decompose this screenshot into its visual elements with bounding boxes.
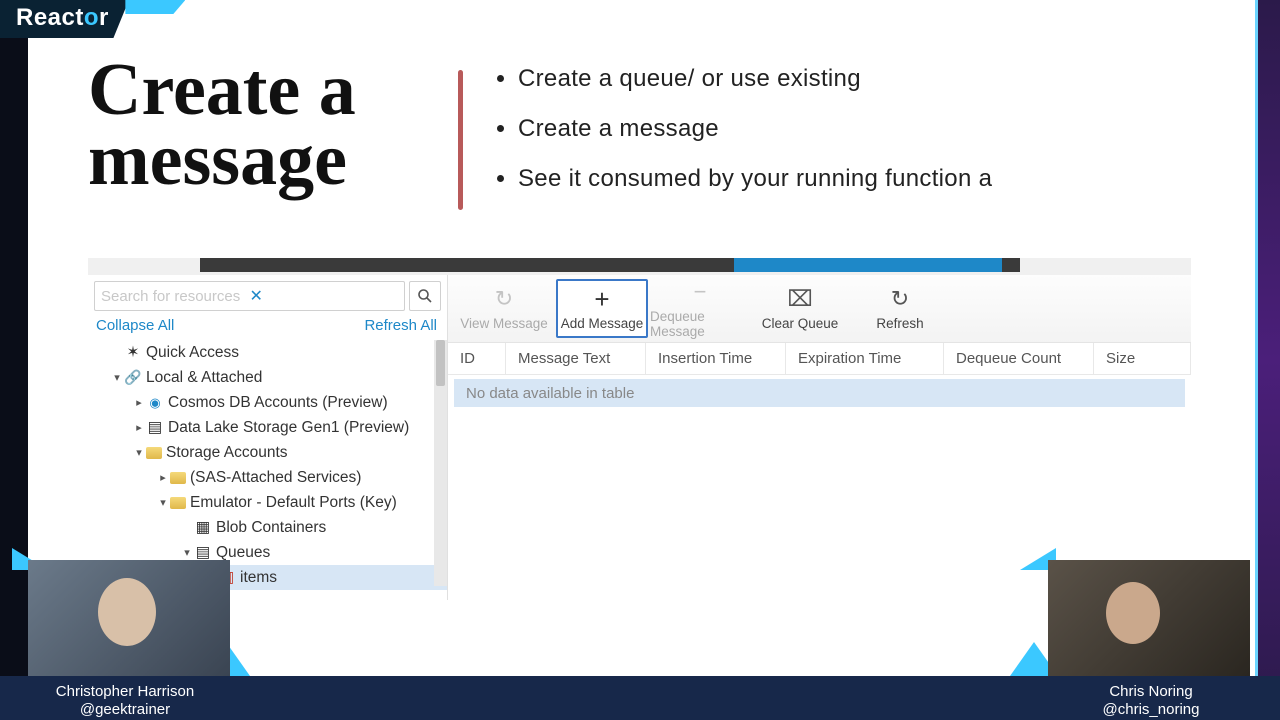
col-text[interactable]: Message Text bbox=[506, 343, 646, 374]
presenter-right-name: Chris Noring bbox=[1046, 683, 1256, 702]
search-icon bbox=[417, 288, 433, 304]
bullet-3: See it consumed by your running function… bbox=[518, 165, 992, 193]
presenter-right-label: Chris Noring @chris_noring bbox=[1046, 683, 1256, 720]
tree-cosmos[interactable]: ▸◉Cosmos DB Accounts (Preview) bbox=[88, 390, 447, 415]
search-placeholder: Search for resources bbox=[101, 288, 244, 305]
logo-text-o: o bbox=[84, 4, 99, 31]
col-dequeue[interactable]: Dequeue Count bbox=[944, 343, 1094, 374]
tree-datalake[interactable]: ▸▤Data Lake Storage Gen1 (Preview) bbox=[88, 415, 447, 440]
clear-icon: ⌧ bbox=[787, 286, 812, 312]
storage-icon bbox=[146, 447, 162, 459]
queue-icon: ▤ bbox=[194, 545, 212, 561]
add-message-button[interactable]: + Add Message bbox=[556, 279, 648, 338]
plus-icon: + bbox=[594, 286, 609, 312]
reactor-logo: Reactor bbox=[0, 0, 185, 38]
tree-blobs[interactable]: ▦Blob Containers bbox=[88, 515, 447, 540]
webcam-left bbox=[28, 560, 230, 676]
explorer-tree-panel: Search for resources ✕ Collapse All Refr… bbox=[88, 275, 448, 600]
logo-text-pre: React bbox=[16, 4, 84, 31]
col-insertion[interactable]: Insertion Time bbox=[646, 343, 786, 374]
queue-pane: ↻ View Message + Add Message − Dequeue M… bbox=[448, 275, 1191, 600]
search-input[interactable]: Search for resources ✕ bbox=[94, 281, 405, 311]
slide-title-line1: Create a bbox=[88, 55, 448, 125]
slide-bullets: Create a queue/ or use existing Create a… bbox=[498, 65, 992, 215]
logo-text-post: r bbox=[99, 4, 109, 31]
window-tabstrip bbox=[88, 258, 1191, 275]
refresh-all-link[interactable]: Refresh All bbox=[364, 317, 437, 334]
clear-queue-button[interactable]: ⌧ Clear Queue bbox=[750, 275, 850, 342]
presenter-left-label: Christopher Harrison @geektrainer bbox=[20, 683, 230, 720]
empty-table-message: No data available in table bbox=[454, 379, 1185, 407]
tree-local-attached[interactable]: ▾🔗Local & Attached bbox=[88, 365, 447, 390]
tree-scrollbar[interactable] bbox=[434, 340, 447, 586]
tree-emulator[interactable]: ▾Emulator - Default Ports (Key) bbox=[88, 490, 447, 515]
collapse-all-link[interactable]: Collapse All bbox=[96, 317, 174, 334]
container-icon: ▦ bbox=[194, 520, 212, 536]
slide: Create a message Create a queue/ or use … bbox=[88, 55, 1250, 196]
right-pillar bbox=[1255, 0, 1280, 720]
view-message-button[interactable]: ↻ View Message bbox=[454, 275, 554, 342]
view-icon: ↻ bbox=[495, 286, 513, 312]
storage-explorer: Search for resources ✕ Collapse All Refr… bbox=[88, 275, 1191, 600]
minus-icon: − bbox=[694, 279, 707, 305]
webcam-right bbox=[1048, 560, 1250, 676]
refresh-icon: ↻ bbox=[891, 286, 909, 312]
left-pillar bbox=[0, 0, 28, 720]
presenter-left-handle: @geektrainer bbox=[20, 701, 230, 720]
slide-title-line2: message bbox=[88, 125, 448, 195]
col-size[interactable]: Size bbox=[1094, 343, 1191, 374]
refresh-button[interactable]: ↻ Refresh bbox=[850, 275, 950, 342]
storage-icon bbox=[170, 472, 186, 484]
plug-icon: 🔗 bbox=[124, 370, 142, 386]
tree-storage-accounts[interactable]: ▾Storage Accounts bbox=[88, 440, 447, 465]
presenter-right-handle: @chris_noring bbox=[1046, 701, 1256, 720]
col-id[interactable]: ID bbox=[448, 343, 506, 374]
storage-icon bbox=[170, 497, 186, 509]
dequeue-message-button[interactable]: − Dequeue Message bbox=[650, 275, 750, 342]
slide-divider bbox=[458, 70, 463, 210]
queue-table-header: ID Message Text Insertion Time Expiratio… bbox=[448, 343, 1191, 375]
slide-title: Create a message bbox=[88, 55, 448, 196]
bullet-2: Create a message bbox=[518, 115, 992, 143]
col-expiration[interactable]: Expiration Time bbox=[786, 343, 944, 374]
tree-quick-access[interactable]: ✶Quick Access bbox=[88, 340, 447, 365]
star-icon: ✶ bbox=[124, 345, 142, 361]
datalake-icon: ▤ bbox=[146, 420, 164, 436]
clear-search-icon[interactable]: ✕ bbox=[244, 286, 399, 306]
search-button[interactable] bbox=[409, 281, 441, 311]
tree-sas[interactable]: ▸(SAS-Attached Services) bbox=[88, 465, 447, 490]
resource-tree: ✶Quick Access ▾🔗Local & Attached ▸◉Cosmo… bbox=[88, 340, 447, 590]
cosmos-icon: ◉ bbox=[146, 395, 164, 411]
presenter-left-name: Christopher Harrison bbox=[20, 683, 230, 702]
queue-toolbar: ↻ View Message + Add Message − Dequeue M… bbox=[448, 275, 1191, 343]
bullet-1: Create a queue/ or use existing bbox=[518, 65, 992, 93]
